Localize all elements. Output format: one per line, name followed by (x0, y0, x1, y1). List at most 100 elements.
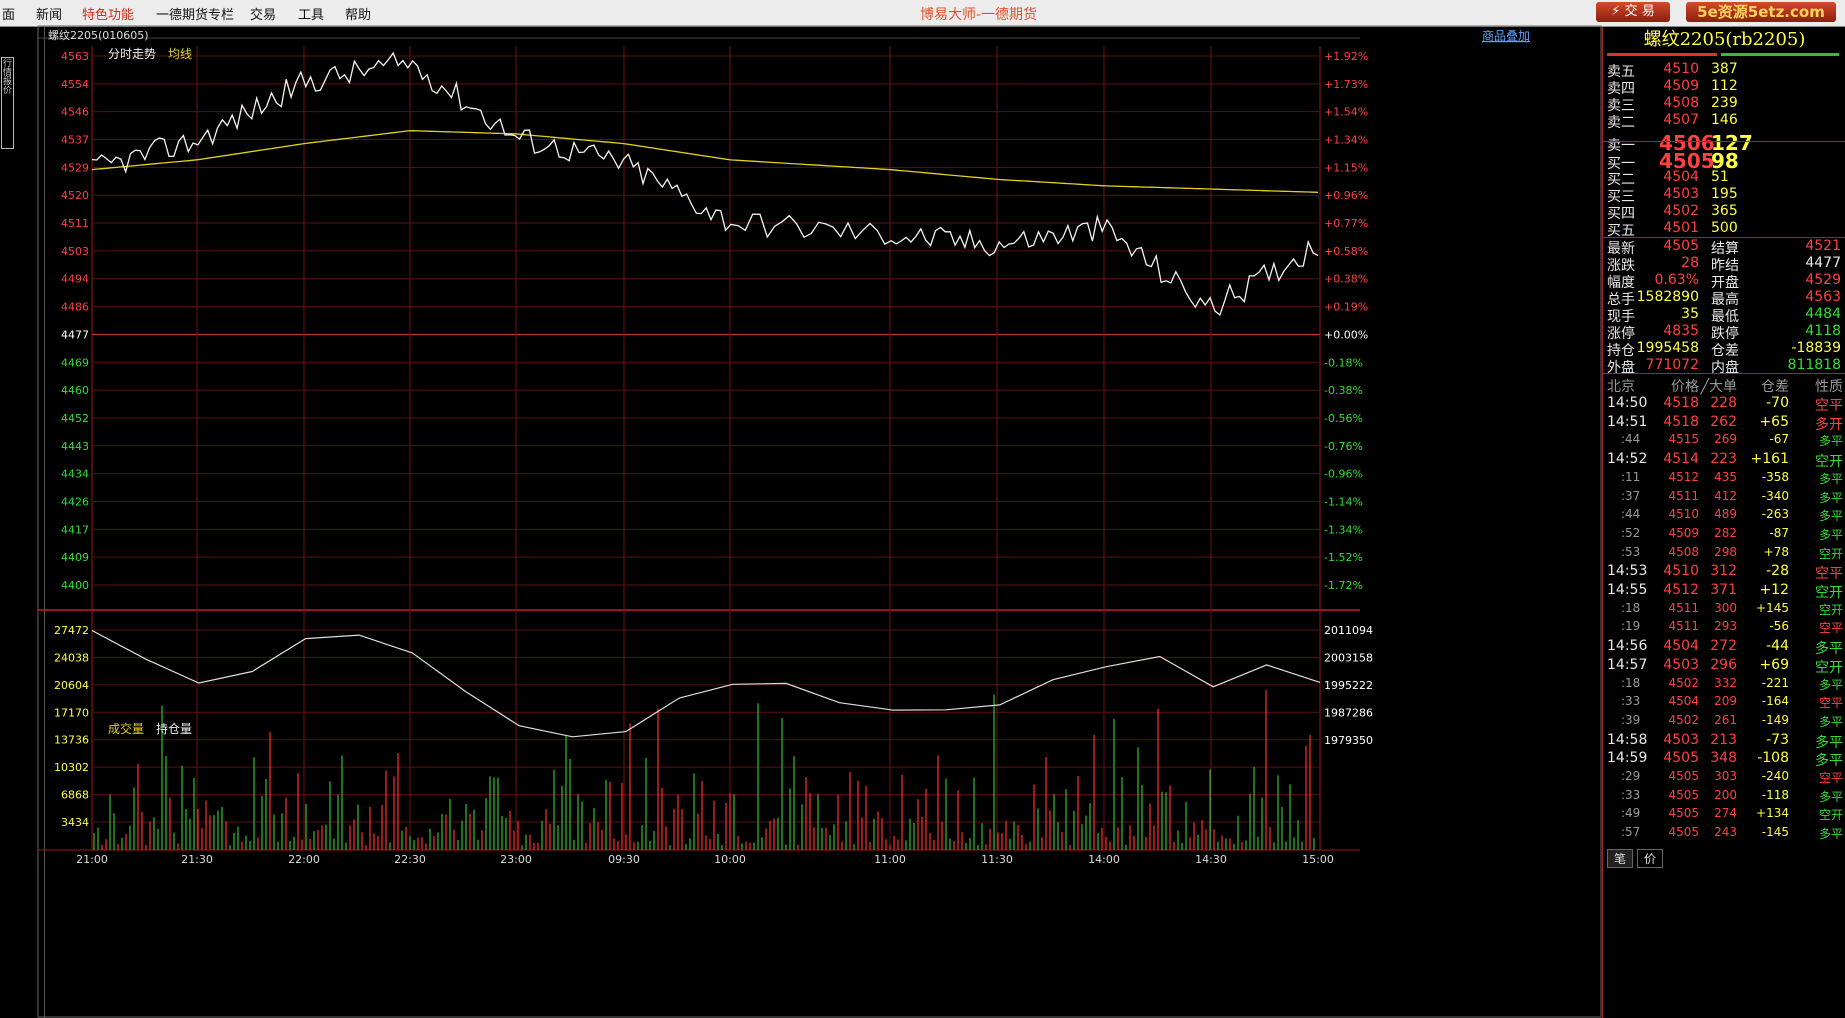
tick-row: :57 4505 243 -145 多平 (1603, 825, 1845, 845)
stat-value: 811818 (1787, 357, 1841, 373)
tick-nature: 多平 (1815, 753, 1843, 770)
stat-label: 内盘 (1711, 360, 1739, 376)
tick-header-price: 价格 (1671, 379, 1699, 395)
price-tick-label: 4537 (61, 134, 89, 147)
tick-time: :57 (1621, 825, 1641, 840)
time-tick-label: 14:30 (1195, 853, 1227, 866)
tick-oi-change: +161 (1750, 451, 1789, 468)
tab-price[interactable]: 价 (1637, 849, 1664, 868)
tick-nature: 多平 (1818, 789, 1843, 804)
price-tick-label: 4529 (61, 161, 89, 174)
percent-tick-label: -1.34% (1324, 523, 1363, 536)
bid-price: 4504 (1663, 169, 1699, 185)
price-line (91, 51, 1319, 316)
watermark-logo: 5e资源5etz.com (1686, 2, 1836, 22)
ask1-label: 卖一 (1607, 138, 1635, 154)
tick-nature: 空平 (1818, 771, 1843, 785)
product-overlay-link[interactable]: 商品叠加 (1482, 28, 1530, 43)
percent-tick-label: -0.96% (1324, 468, 1363, 481)
stat-value: 4521 (1805, 238, 1841, 254)
tick-nature: 多平 (1815, 641, 1843, 658)
price-tick-label: 4452 (61, 412, 89, 425)
tick-price: 4505 (1668, 806, 1699, 821)
stat-value: 1582890 (1636, 289, 1699, 305)
tick-oi-change: -145 (1761, 825, 1789, 840)
tick-volume: 293 (1714, 619, 1737, 634)
time-tick-label: 11:30 (981, 853, 1013, 866)
tick-row: :33 4505 200 -118 多平 (1603, 788, 1845, 808)
tick-volume: 282 (1714, 525, 1737, 540)
lightning-icon: ⚡ (1611, 4, 1621, 19)
tick-oi-change: -67 (1769, 432, 1789, 447)
tick-row: :33 4504 209 -164 空平 (1603, 694, 1845, 714)
price-tick-label: 4426 (61, 495, 89, 508)
volume-tick-label: 17170 (54, 706, 89, 719)
percent-tick-label: -0.76% (1324, 440, 1363, 453)
trade-button[interactable]: ⚡ 交 易 (1596, 2, 1670, 22)
price-tick-label: 4417 (61, 523, 89, 536)
tick-nature: 空平 (1815, 566, 1843, 583)
stat-value: -18839 (1791, 340, 1841, 356)
stat-value: 771072 (1645, 357, 1699, 373)
tick-row: 14:59 4505 348 -108 多平 (1603, 750, 1845, 770)
ask-row: 卖二 4507 146 (1603, 112, 1845, 132)
tick-time: :44 (1621, 432, 1641, 447)
tick-nature: 多开 (1815, 416, 1843, 433)
tick-volume: 262 (1710, 413, 1737, 430)
bid-price: 4503 (1663, 186, 1699, 202)
stat-row: 外盘 771072 内盘 811818 (1603, 357, 1845, 377)
percent-tick-label: -0.56% (1324, 412, 1363, 425)
time-tick-label: 09:30 (608, 853, 640, 866)
time-axis: 21:00 21:30 22:00 22:30 23:00 09:30 10:00 11:00… (76, 853, 1334, 866)
volume-tick-label: 13736 (54, 734, 89, 747)
time-tick-label: 21:30 (181, 853, 213, 866)
tick-row: :37 4511 412 -340 多平 (1603, 489, 1845, 509)
bid-price: 4502 (1663, 203, 1699, 219)
tick-time: 14:51 (1607, 413, 1648, 430)
tick-price: 4505 (1668, 769, 1699, 783)
stat-label: 外盘 (1607, 360, 1635, 376)
ask-volume: 112 (1711, 78, 1738, 94)
tick-volume: 261 (1714, 712, 1737, 727)
tick-oi-change: -108 (1757, 750, 1789, 767)
tick-row: :18 4502 332 -221 多平 (1603, 676, 1845, 696)
tick-volume: 371 (1710, 582, 1737, 598)
tick-header-nature: 性质 (1815, 379, 1843, 395)
percent-tick-label: -1.14% (1324, 495, 1363, 508)
tick-price: 4514 (1663, 451, 1699, 468)
tick-price: 4510 (1668, 507, 1699, 522)
stat-value: 4118 (1805, 323, 1841, 339)
percent-tick-label: +1.54% (1324, 106, 1368, 119)
stat-value: 28 (1681, 255, 1699, 271)
tick-nature: 空平 (1818, 621, 1843, 636)
percent-tick-label: +1.15% (1324, 161, 1368, 174)
percent-tick-label: +0.58% (1324, 245, 1368, 258)
tick-row: :44 4510 489 -263 多平 (1603, 507, 1845, 527)
tick-time: :18 (1621, 600, 1641, 615)
volume-bars (93, 690, 1315, 850)
oi-tick-label: 2011094 (1324, 624, 1373, 637)
stat-value: 4484 (1805, 306, 1841, 322)
stat-value: 0.63% (1654, 272, 1699, 288)
tick-price: 4504 (1663, 638, 1699, 655)
tick-nature: 多平 (1818, 677, 1843, 692)
tick-nature: 空平 (1818, 696, 1843, 711)
ask-price: 4508 (1663, 95, 1699, 111)
ask-price: 4509 (1663, 78, 1699, 94)
tick-oi-change: -70 (1766, 395, 1789, 411)
tick-volume: 272 (1710, 638, 1737, 655)
tick-nature: 多平 (1818, 509, 1843, 524)
tick-price: 4502 (1668, 675, 1699, 690)
tab-trades[interactable]: 笔 (1607, 849, 1634, 868)
price-tick-label: 4434 (61, 468, 89, 481)
tick-nature: 多平 (1818, 527, 1843, 542)
tick-time: :39 (1621, 712, 1641, 727)
tick-time: :37 (1621, 488, 1641, 503)
tick-oi-change: -240 (1761, 769, 1789, 783)
tick-price: 4505 (1663, 750, 1699, 767)
tick-time: :44 (1621, 507, 1641, 522)
ask-volume: 239 (1711, 95, 1738, 111)
tick-row: 14:57 4503 296 +69 空开 (1603, 657, 1845, 677)
percent-tick-label: +0.19% (1324, 301, 1368, 314)
tick-row: 14:55 4512 371 +12 空开 (1603, 582, 1845, 602)
